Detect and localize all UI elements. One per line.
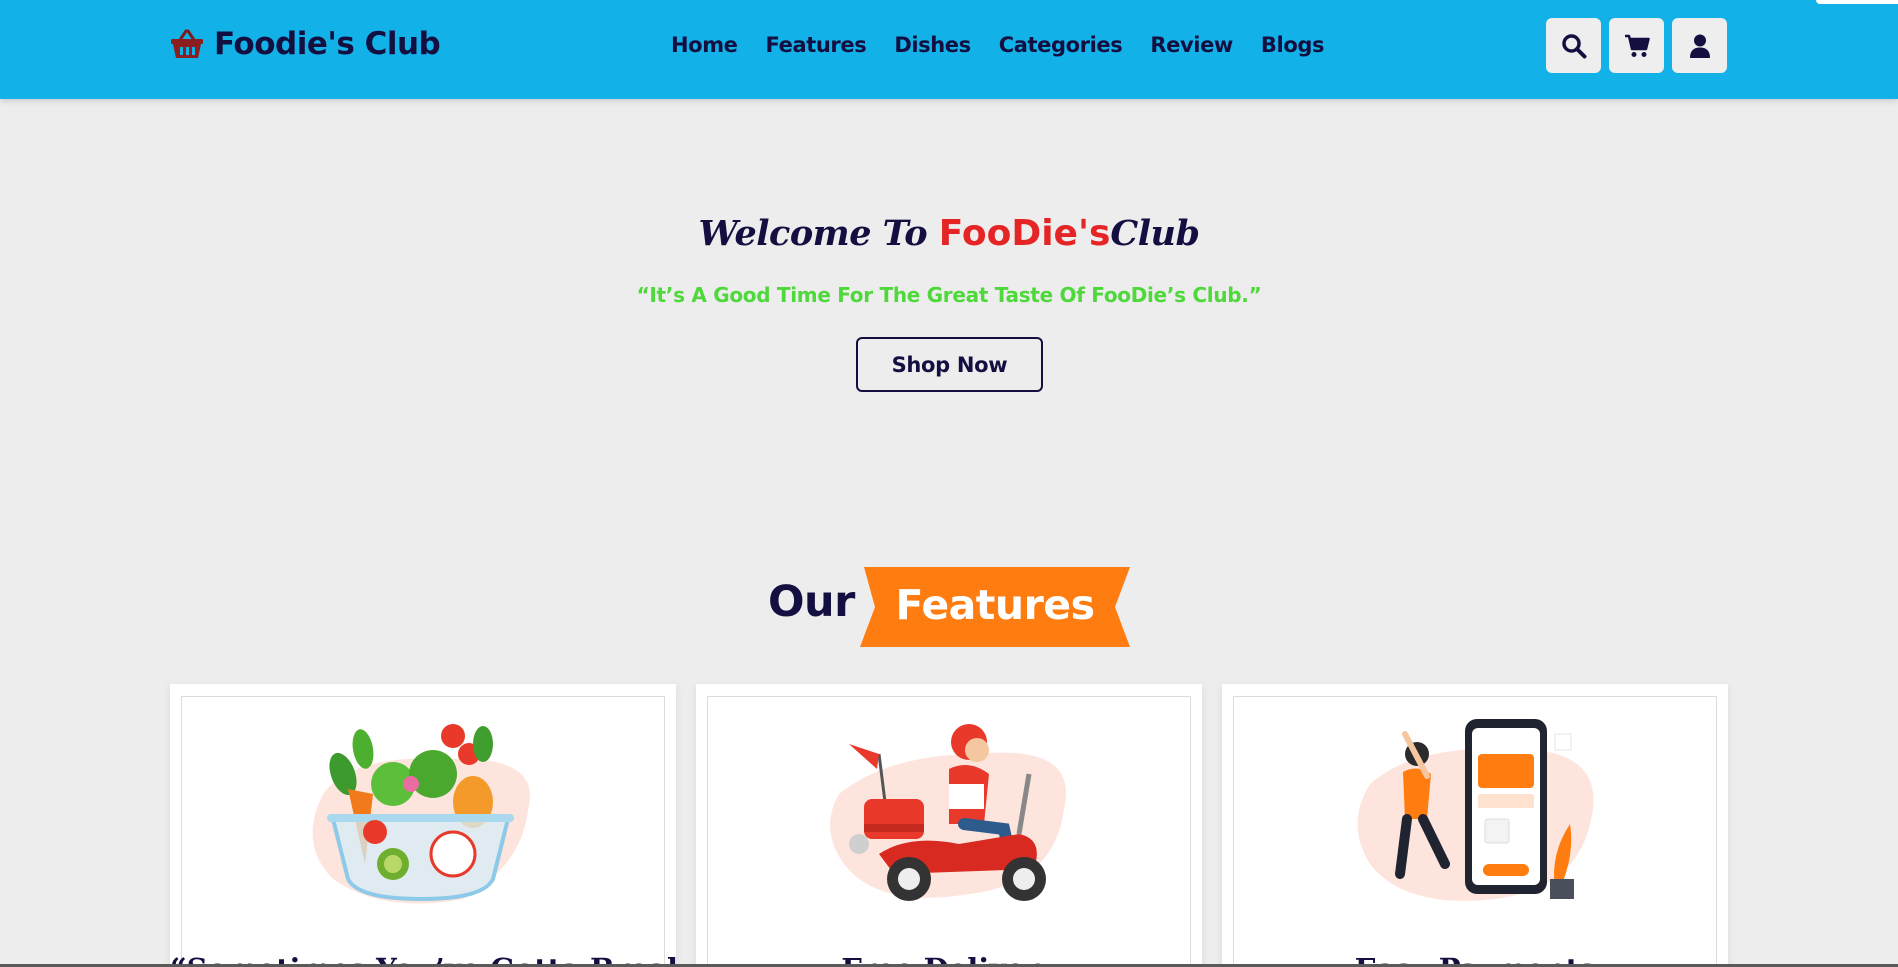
- nav-review[interactable]: Review: [1150, 33, 1233, 57]
- heading-highlight: Features: [895, 581, 1095, 629]
- header-icons: [1546, 18, 1727, 73]
- brand-name: FooDie's: [938, 213, 1111, 254]
- welcome-heading: Welcome To FooDie'sClub: [0, 211, 1898, 255]
- welcome-prefix: Welcome To: [698, 213, 939, 254]
- feature-card: Easy Payments: [1222, 684, 1728, 967]
- logo-text: Foodie's Club: [214, 26, 441, 62]
- logo-link[interactable]: Foodie's Club: [170, 26, 441, 62]
- user-icon: [1689, 34, 1710, 58]
- search-icon: [1561, 33, 1586, 58]
- heading-plain: Our: [768, 577, 855, 627]
- cart-icon: [1624, 34, 1650, 57]
- features-cards: “Sometimes You’ve Gotta Break: [170, 684, 1728, 967]
- user-button[interactable]: [1672, 18, 1727, 73]
- nav-categories[interactable]: Categories: [999, 33, 1123, 57]
- nav-features[interactable]: Features: [766, 33, 867, 57]
- nav-home[interactable]: Home: [671, 33, 738, 57]
- mobile-payment-illustration: [1345, 714, 1605, 914]
- heading-banner: Features: [860, 567, 1130, 647]
- feature-card: Free Delivery: [696, 684, 1202, 967]
- feature-card: “Sometimes You’ve Gotta Break: [170, 684, 676, 967]
- navbar: Foodie's Club Home Features Dishes Categ…: [0, 0, 1898, 99]
- cart-button[interactable]: [1609, 18, 1664, 73]
- delivery-scooter-illustration: [819, 714, 1079, 914]
- nav-dishes[interactable]: Dishes: [894, 33, 971, 57]
- search-button[interactable]: [1546, 18, 1601, 73]
- basket-icon: [171, 29, 203, 58]
- main-nav: Home Features Dishes Categories Review B…: [671, 33, 1324, 57]
- welcome-suffix: Club: [1110, 213, 1200, 254]
- shop-now-button[interactable]: Shop Now: [856, 337, 1043, 392]
- nav-blogs[interactable]: Blogs: [1261, 33, 1325, 57]
- salad-bowl-illustration: [293, 714, 553, 914]
- features-heading: Our Features: [0, 567, 1898, 647]
- corner-tab: [1816, 0, 1898, 4]
- hero-tagline: “It’s A Good Time For The Great Taste Of…: [636, 283, 1262, 307]
